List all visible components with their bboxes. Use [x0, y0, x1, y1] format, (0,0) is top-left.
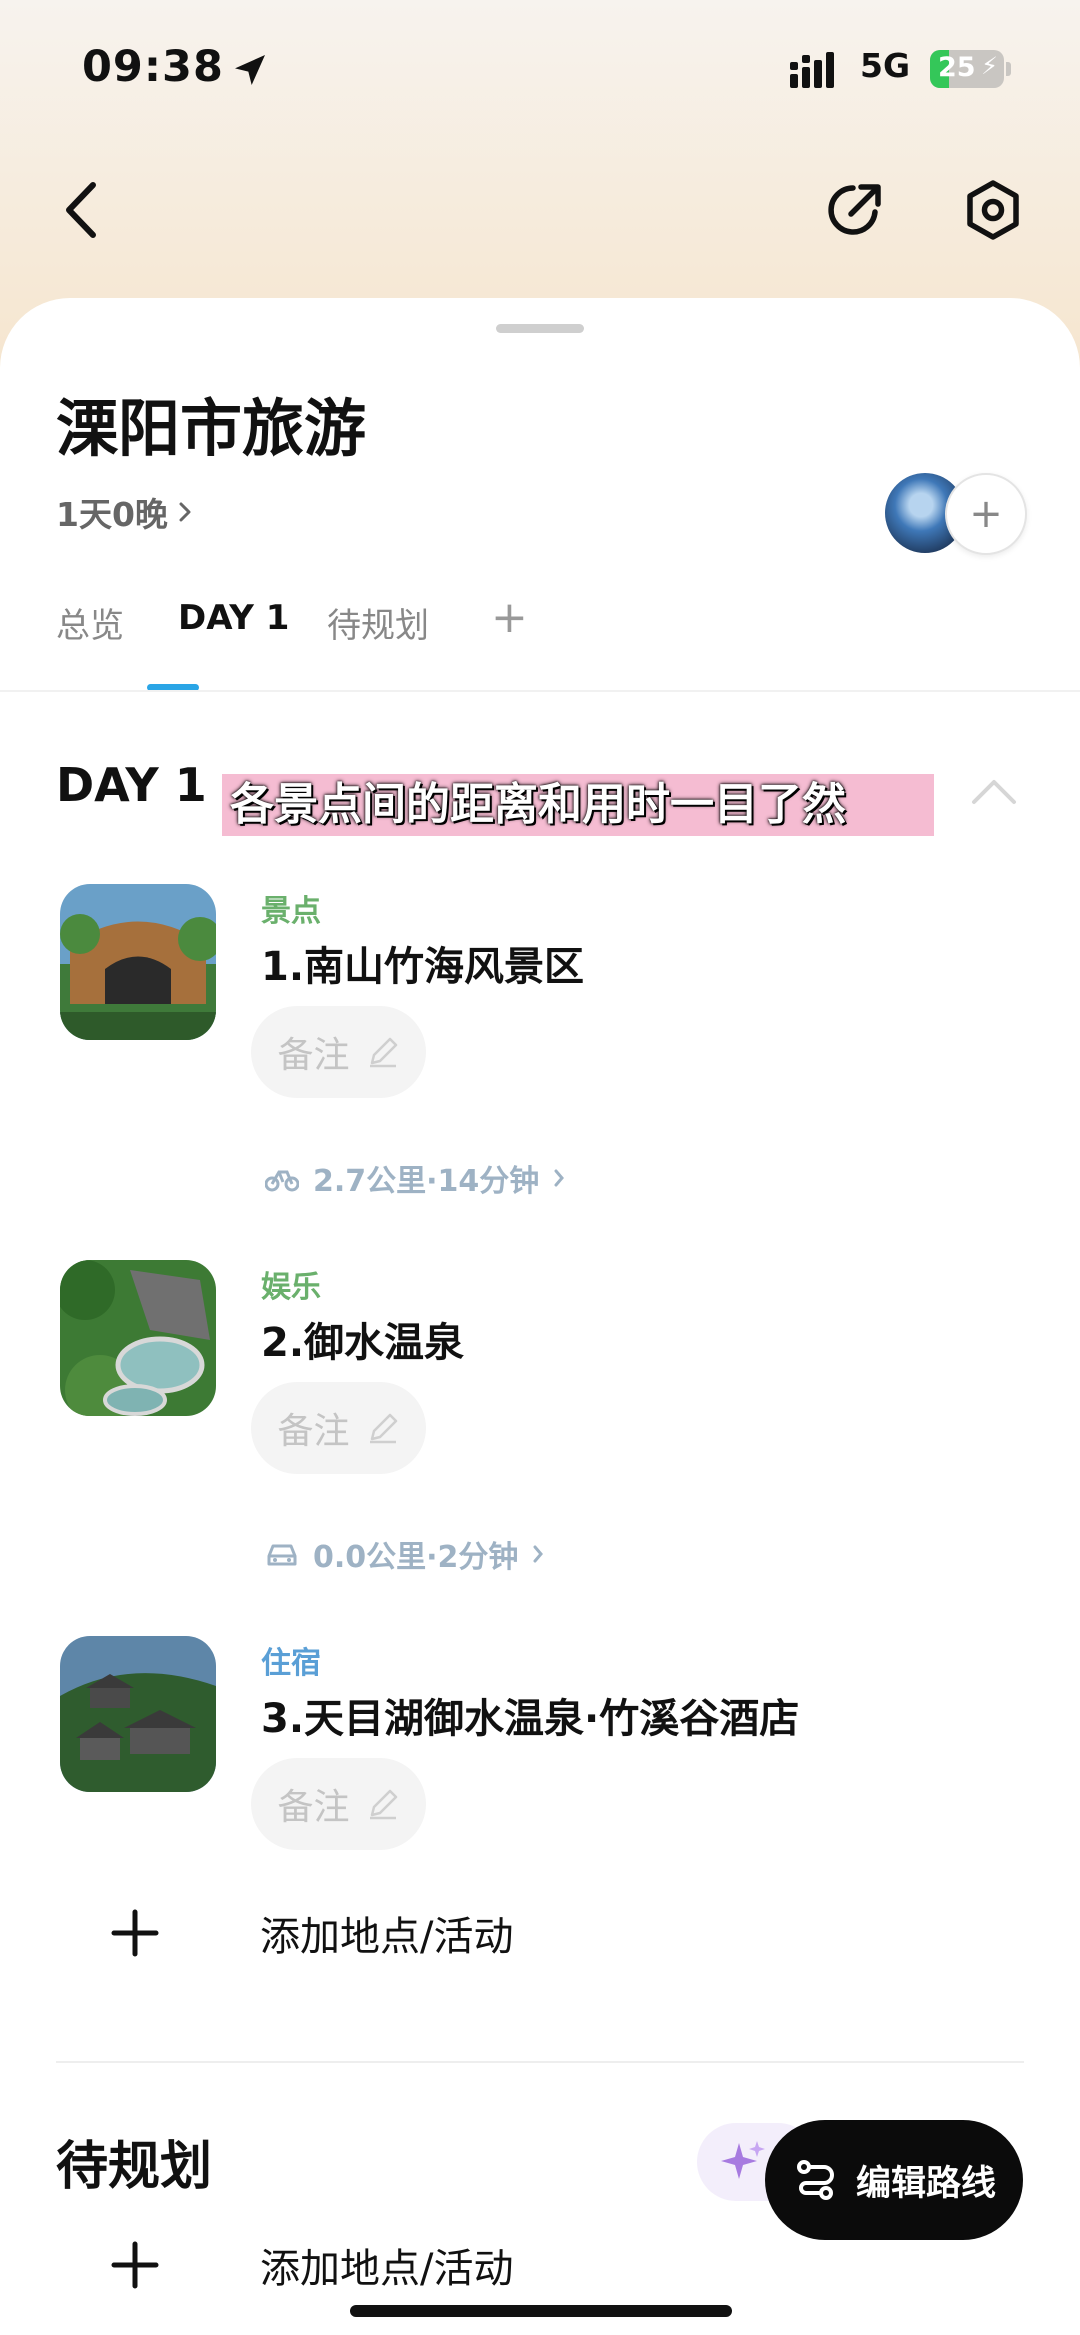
tab-pending[interactable]: 待规划: [327, 598, 429, 647]
share-icon: [828, 184, 881, 235]
home-indicator: [350, 2305, 732, 2317]
plus-icon: [111, 1909, 159, 1957]
item-name[interactable]: 2.御水温泉: [261, 1310, 464, 1368]
chevron-right-icon: [554, 1169, 565, 1187]
add-activity-button[interactable]: 添加地点/活动: [110, 1908, 513, 1960]
car-icon: [267, 1544, 297, 1566]
place-thumbnail: [60, 1636, 216, 1792]
settings-button[interactable]: [958, 175, 1028, 245]
pending-add-activity-button[interactable]: 添加地点/活动: [110, 2240, 513, 2292]
trip-title: 溧阳市旅游: [56, 392, 367, 465]
edit-route-label: 编辑路线: [855, 2163, 996, 2204]
charging-icon: ⚡: [981, 52, 998, 80]
item-category: 住宿: [261, 1646, 321, 1681]
note-button[interactable]: 备注: [251, 1758, 426, 1850]
day-heading: DAY 1: [56, 758, 207, 812]
trip-duration-label: 1天0晚: [56, 495, 168, 534]
battery-tip: [1006, 62, 1011, 76]
status-time: 09:38: [82, 42, 224, 92]
plus-icon: +: [969, 491, 1003, 537]
battery-level: 25: [938, 52, 976, 83]
hexagon-settings-icon: [967, 180, 1019, 240]
pencil-icon: [369, 1037, 397, 1068]
bicycle-icon: [265, 1170, 299, 1192]
edit-route-button[interactable]: 编辑路线: [765, 2120, 1023, 2240]
add-activity-label: 添加地点/活动: [260, 1914, 514, 1960]
note-button[interactable]: 备注: [251, 1382, 426, 1474]
tab-day-1[interactable]: DAY 1: [178, 598, 289, 638]
network-type: 5G: [860, 46, 911, 85]
add-member-button[interactable]: +: [945, 473, 1027, 555]
note-label: 备注: [277, 1787, 350, 1828]
tab-overview[interactable]: 总览: [56, 598, 124, 647]
battery-icon: 25 ⚡: [930, 50, 1004, 88]
trip-sheet: 溧阳市旅游 1天0晚 + 总览 DAY 1 待规划 + DAY 1 各景点间的距…: [0, 298, 1080, 2335]
item-name[interactable]: 3.天目湖御水温泉·竹溪谷酒店: [261, 1686, 799, 1744]
chevron-right-icon: [179, 502, 191, 522]
segment-text: 2.7公里·14分钟: [313, 1164, 540, 1199]
trip-duration[interactable]: 1天0晚: [56, 488, 192, 536]
sheet-grabber[interactable]: [496, 324, 584, 333]
location-arrow-icon: [235, 55, 265, 85]
place-thumbnail: [60, 884, 216, 1040]
pending-add-activity-label: 添加地点/活动: [260, 2246, 514, 2292]
back-button[interactable]: [55, 180, 105, 240]
segment-text: 0.0公里·2分钟: [313, 1540, 519, 1575]
place-thumbnail: [60, 1260, 216, 1416]
pending-section-title: 待规划: [56, 2137, 213, 2197]
note-label: 备注: [277, 1411, 350, 1452]
chevron-right-icon: [533, 1545, 544, 1563]
section-divider: [56, 2061, 1024, 2063]
status-bar: 09:38 5G 25 ⚡: [0, 38, 1080, 102]
note-button[interactable]: 备注: [251, 1006, 426, 1098]
caption-text: 各景点间的距离和用时一目了然: [230, 779, 846, 830]
pencil-icon: [369, 1789, 397, 1820]
route-segment[interactable]: 2.7公里·14分钟: [265, 1156, 565, 1200]
chevron-up-icon[interactable]: [970, 776, 1018, 806]
route-icon: [796, 2160, 834, 2200]
tabs-divider: [0, 690, 1080, 692]
pencil-icon: [369, 1413, 397, 1444]
item-category: 景点: [261, 894, 321, 929]
plus-icon: [111, 2241, 159, 2289]
share-button[interactable]: [820, 175, 890, 245]
tab-add-button[interactable]: +: [491, 592, 528, 643]
item-category: 娱乐: [261, 1270, 321, 1305]
sparkle-icon: [721, 2141, 765, 2179]
chevron-left-icon: [66, 182, 96, 238]
signal-icon: [790, 52, 834, 88]
route-segment[interactable]: 0.0公里·2分钟: [265, 1532, 544, 1576]
note-label: 备注: [277, 1035, 350, 1076]
item-name[interactable]: 1.南山竹海风景区: [261, 934, 584, 992]
